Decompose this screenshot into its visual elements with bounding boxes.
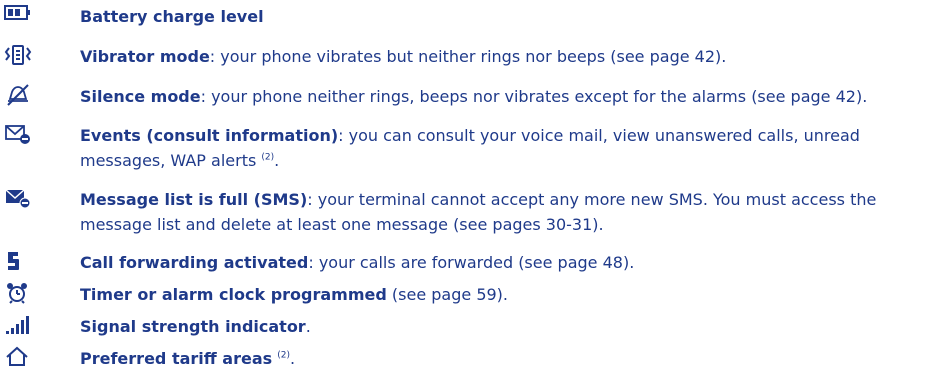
list-item-tail: . [274,151,280,170]
list-item-desc: : your phone neither rings, beeps nor vi… [200,87,868,106]
list-item-desc: : your calls are forwarded (see page 48)… [308,253,635,272]
list-item-text: Preferred tariff areas (2). [80,346,936,371]
alarm-clock-icon [4,282,32,308]
battery-icon [4,4,32,30]
list-item-text: Battery charge level [80,4,936,29]
list-item-text: Events (consult information): you can co… [80,123,936,173]
list-item-text: Silence mode: your phone neither rings, … [80,84,936,109]
list-item-text: Message list is full (SMS): your termina… [80,187,936,237]
signal-strength-icon [4,314,32,340]
message-full-icon [4,187,32,213]
list-item-term: Call forwarding activated [80,253,309,272]
list-item-desc: (see page 59). [386,285,508,304]
list-item-term: Silence mode [80,87,201,106]
list-item-term: Signal strength indicator [80,317,306,336]
footnote-marker: (2) [261,152,275,163]
list-item-tail: . [290,349,296,368]
list-item-term: Events (consult information) [80,126,339,145]
list-item-text: Vibrator mode: your phone vibrates but n… [80,44,936,69]
home-zone-icon [4,346,32,372]
list-item-term: Vibrator mode [80,47,210,66]
list-item-desc: . [305,317,311,336]
silence-icon [4,84,32,110]
list-item-term: Battery charge level [80,7,264,26]
list-item-desc: : your phone vibrates but neither rings … [209,47,727,66]
footnote-marker: (2) [277,350,290,361]
list-item-text: Timer or alarm clock programmed (see pag… [80,282,936,307]
status-icon-list: Battery charge level Vibrator mode: your… [0,0,944,376]
call-forward-icon [4,250,32,276]
events-icon [4,123,32,149]
list-item-text: Signal strength indicator. [80,314,936,339]
list-item-term: Message list is full (SMS) [80,190,308,209]
list-item-term: Preferred tariff areas [80,349,273,368]
list-item-text: Call forwarding activated: your calls ar… [80,250,936,275]
list-item-term: Timer or alarm clock programmed [80,285,387,304]
vibrate-icon [4,44,32,70]
